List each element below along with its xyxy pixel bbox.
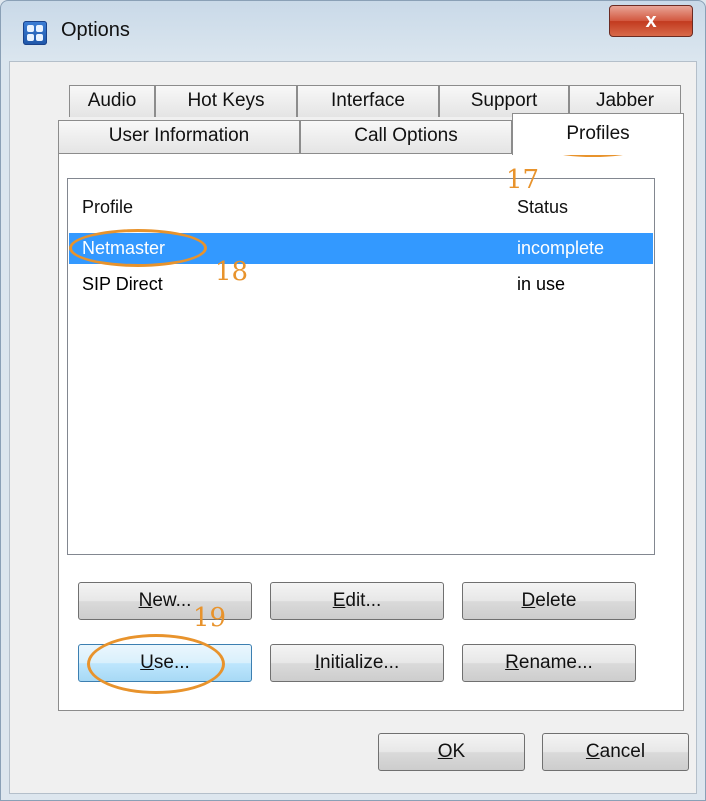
cancel-button[interactable]: Cancel xyxy=(542,733,689,771)
delete-button[interactable]: Delete xyxy=(462,582,636,620)
close-button[interactable]: x xyxy=(609,5,693,37)
profile-status: in use xyxy=(517,274,566,294)
button-label: ename... xyxy=(518,652,593,673)
list-item[interactable]: SIP Direct in use xyxy=(69,269,653,300)
ok-button[interactable]: OK xyxy=(378,733,525,771)
tab-label: Interface xyxy=(331,90,405,111)
column-header-status[interactable]: Status xyxy=(517,197,568,218)
tab-audio[interactable]: Audio xyxy=(69,85,155,117)
tab-label: Jabber xyxy=(595,90,655,111)
mnemonic: N xyxy=(138,590,153,611)
mnemonic: D xyxy=(521,590,536,611)
list-header: Profile Status xyxy=(68,179,654,231)
button-label: elete xyxy=(535,590,577,611)
annotation-circle-netmaster xyxy=(69,229,207,267)
window-title: Options xyxy=(61,19,130,41)
tab-label: User Information xyxy=(108,125,250,146)
mnemonic: C xyxy=(585,741,600,762)
tab-profiles[interactable]: Profiles xyxy=(512,113,684,155)
annotation-number: 17 xyxy=(506,165,540,195)
tab-label: Support xyxy=(470,90,538,111)
column-header-profile[interactable]: Profile xyxy=(82,197,133,218)
rename-button[interactable]: Rename... xyxy=(462,644,636,682)
annotation-circle-use xyxy=(87,634,225,694)
mnemonic: E xyxy=(332,590,346,611)
tab-label: Call Options xyxy=(354,125,458,146)
initialize-button[interactable]: Initialize... xyxy=(270,644,444,682)
tab-label: Hot Keys xyxy=(187,90,265,111)
edit-button[interactable]: Edit... xyxy=(270,582,444,620)
annotation-number: 18 xyxy=(215,257,249,287)
button-label: ew... xyxy=(152,590,192,611)
annotation-number: 19 xyxy=(193,603,227,633)
title-bar[interactable]: Options x xyxy=(1,1,705,59)
button-label: dit... xyxy=(345,590,382,611)
tab-call-options[interactable]: Call Options xyxy=(300,120,512,154)
app-icon xyxy=(23,21,47,45)
tab-hot-keys[interactable]: Hot Keys xyxy=(155,85,297,117)
profile-name: SIP Direct xyxy=(82,274,163,294)
options-window: Options x Audio Hot Keys Interface Suppo… xyxy=(0,0,706,801)
tab-user-information[interactable]: User Information xyxy=(58,120,300,154)
tab-label: Audio xyxy=(87,90,137,111)
button-label: nitialize... xyxy=(320,652,400,673)
mnemonic: R xyxy=(505,652,519,673)
tab-interface[interactable]: Interface xyxy=(297,85,439,117)
profile-status: incomplete xyxy=(517,238,605,258)
button-label: K xyxy=(452,741,466,762)
button-label: ancel xyxy=(599,741,646,762)
close-icon: x xyxy=(645,10,657,32)
tab-label: Profiles xyxy=(566,123,630,144)
mnemonic: O xyxy=(437,741,453,762)
